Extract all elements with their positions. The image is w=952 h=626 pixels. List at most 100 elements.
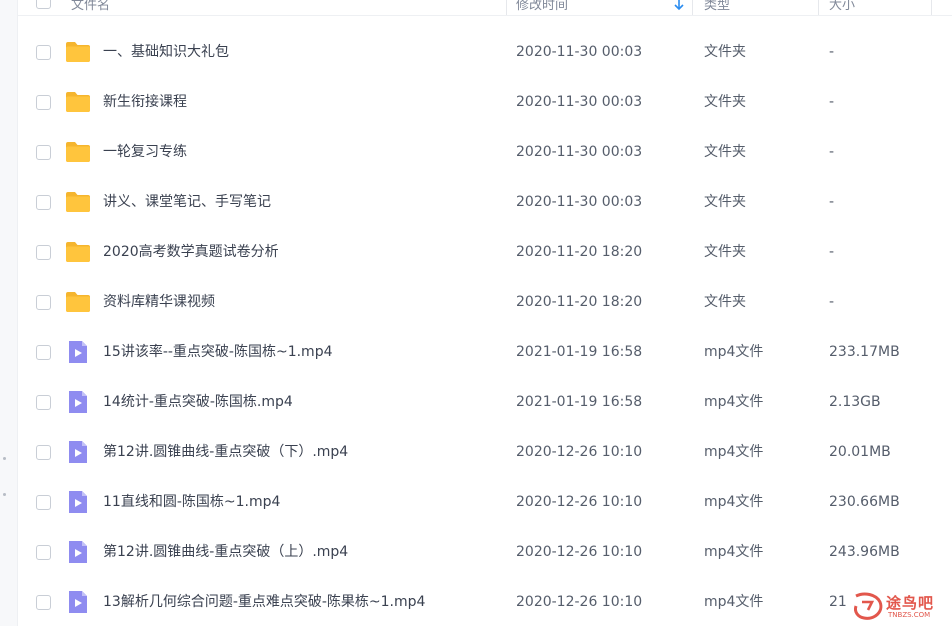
file-size: -	[829, 294, 835, 310]
file-modified-time: 2021-01-19 16:58	[516, 344, 643, 360]
folder-icon	[65, 40, 91, 64]
file-modified-time: 2020-12-26 10:10	[516, 544, 643, 560]
folder-icon	[65, 290, 91, 314]
file-row[interactable]: 一轮复习专练 2020-11-30 00:03 文件夹 -	[18, 127, 952, 177]
file-row[interactable]: 13解析几何综合问题-重点难点突破-陈果栋~1.mp4 2020-12-26 10…	[18, 577, 952, 626]
file-row[interactable]: 2020高考数学真题试卷分析 2020-11-20 18:20 文件夹 -	[18, 227, 952, 277]
file-modified-time: 2020-11-30 00:03	[516, 44, 643, 60]
file-name[interactable]: 讲义、课堂笔记、手写笔记	[103, 177, 271, 227]
folder-icon	[65, 140, 91, 164]
file-modified-time: 2021-01-19 16:58	[516, 394, 643, 410]
file-type: 文件夹	[704, 194, 746, 210]
file-row[interactable]: 新生衔接课程 2020-11-30 00:03 文件夹 -	[18, 77, 952, 127]
file-modified-time: 2020-11-30 00:03	[516, 194, 643, 210]
file-row[interactable]: 资料库精华课视频 2020-11-20 18:20 文件夹 -	[18, 277, 952, 327]
select-all-checkbox[interactable]	[36, 0, 51, 9]
folder-icon	[65, 240, 91, 264]
file-name[interactable]: 第12讲.圆锥曲线-重点突破（下）.mp4	[103, 427, 348, 477]
file-name[interactable]: 14统计-重点突破-陈国栋.mp4	[103, 377, 293, 427]
column-divider	[506, 0, 507, 15]
file-name[interactable]: 一、基础知识大礼包	[103, 27, 229, 77]
file-name[interactable]: 15讲该率--重点突破-陈国栋~1.mp4	[103, 327, 333, 377]
file-modified-time: 2020-11-20 18:20	[516, 244, 643, 260]
left-panel-edge	[0, 0, 18, 626]
column-divider	[692, 0, 693, 15]
file-type: 文件夹	[704, 294, 746, 310]
watermark-text: 途鸟吧	[886, 594, 935, 612]
video-file-icon	[65, 490, 91, 514]
file-row[interactable]: 一、基础知识大礼包 2020-11-30 00:03 文件夹 -	[18, 27, 952, 77]
header-name[interactable]: 文件名	[71, 0, 110, 15]
row-checkbox[interactable]	[36, 395, 51, 410]
file-row[interactable]: 讲义、课堂笔记、手写笔记 2020-11-30 00:03 文件夹 -	[18, 177, 952, 227]
file-modified-time: 2020-11-30 00:03	[516, 94, 643, 110]
header-type[interactable]: 类型	[704, 0, 730, 15]
file-name[interactable]: 第12讲.圆锥曲线-重点突破（上）.mp4	[103, 527, 348, 577]
row-checkbox[interactable]	[36, 245, 51, 260]
file-name[interactable]: 资料库精华课视频	[103, 277, 215, 327]
file-size: -	[829, 194, 835, 210]
file-size: 230.66MB	[829, 494, 900, 510]
file-size: -	[829, 94, 835, 110]
column-divider	[931, 0, 932, 15]
row-checkbox[interactable]	[36, 445, 51, 460]
file-list: 一、基础知识大礼包 2020-11-30 00:03 文件夹 - 新生衔接课程 2020-…	[18, 27, 952, 626]
row-checkbox[interactable]	[36, 595, 51, 610]
folder-icon	[65, 190, 91, 214]
file-modified-time: 2020-12-26 10:10	[516, 594, 643, 610]
file-size: 243.96MB	[829, 544, 900, 560]
header-size[interactable]: 大小	[829, 0, 855, 15]
file-size: -	[829, 244, 835, 260]
file-size: 20.01MB	[829, 444, 891, 460]
row-checkbox[interactable]	[36, 145, 51, 160]
folder-icon	[65, 90, 91, 114]
file-type: mp4文件	[704, 494, 764, 510]
file-name[interactable]: 新生衔接课程	[103, 77, 187, 127]
header-modified[interactable]: 修改时间	[516, 0, 568, 15]
watermark-logo-icon	[854, 592, 883, 620]
watermark: 途鸟吧 TNBZS.COM	[848, 586, 952, 626]
row-checkbox[interactable]	[36, 295, 51, 310]
file-type: 文件夹	[704, 94, 746, 110]
row-checkbox[interactable]	[36, 495, 51, 510]
file-list-header: 文件名 修改时间 类型 大小	[18, 0, 952, 16]
file-row[interactable]: 15讲该率--重点突破-陈国栋~1.mp4 2021-01-19 16:58 mp4…	[18, 327, 952, 377]
file-row[interactable]: 14统计-重点突破-陈国栋.mp4 2021-01-19 16:58 mp4文件 2.…	[18, 377, 952, 427]
row-checkbox[interactable]	[36, 345, 51, 360]
file-size: 2.13GB	[829, 394, 881, 410]
file-type: mp4文件	[704, 344, 764, 360]
column-divider	[818, 0, 819, 15]
video-file-icon	[65, 590, 91, 614]
video-file-icon	[65, 390, 91, 414]
video-file-icon	[65, 340, 91, 364]
file-name[interactable]: 11直线和圆-陈国栋~1.mp4	[103, 477, 280, 527]
file-name[interactable]: 一轮复习专练	[103, 127, 187, 177]
file-modified-time: 2020-11-20 18:20	[516, 294, 643, 310]
file-row[interactable]: 第12讲.圆锥曲线-重点突破（下）.mp4 2020-12-26 10:10 mp4…	[18, 427, 952, 477]
edge-mark	[3, 457, 6, 460]
file-row[interactable]: 第12讲.圆锥曲线-重点突破（上）.mp4 2020-12-26 10:10 mp4…	[18, 527, 952, 577]
watermark-subtext: TNBZS.COM	[888, 611, 931, 619]
file-row[interactable]: 11直线和圆-陈国栋~1.mp4 2020-12-26 10:10 mp4文件 230…	[18, 477, 952, 527]
file-modified-time: 2020-12-26 10:10	[516, 444, 643, 460]
file-name[interactable]: 2020高考数学真题试卷分析	[103, 227, 279, 277]
edge-mark	[3, 493, 6, 496]
file-name[interactable]: 13解析几何综合问题-重点难点突破-陈果栋~1.mp4	[103, 577, 425, 626]
row-checkbox[interactable]	[36, 45, 51, 60]
sort-desc-icon[interactable]	[673, 0, 685, 15]
file-size: 233.17MB	[829, 344, 900, 360]
file-size: -	[829, 144, 835, 160]
file-type: mp4文件	[704, 594, 764, 610]
row-checkbox[interactable]	[36, 545, 51, 560]
file-type: 文件夹	[704, 244, 746, 260]
video-file-icon	[65, 440, 91, 464]
file-type: 文件夹	[704, 44, 746, 60]
file-size: -	[829, 44, 835, 60]
video-file-icon	[65, 540, 91, 564]
file-type: mp4文件	[704, 394, 764, 410]
file-type: mp4文件	[704, 544, 764, 560]
file-type: mp4文件	[704, 444, 764, 460]
row-checkbox[interactable]	[36, 95, 51, 110]
file-type: 文件夹	[704, 144, 746, 160]
row-checkbox[interactable]	[36, 195, 51, 210]
